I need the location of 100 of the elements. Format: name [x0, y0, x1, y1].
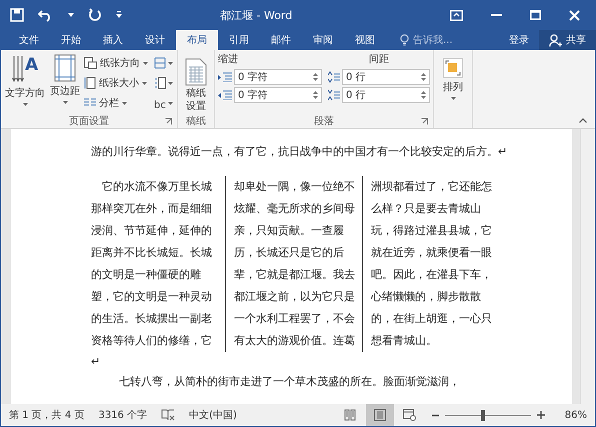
paragraph-text: 七转八弯，从简朴的街市走进了一个草木茂盛的所在。脸面渐觉滋润，	[118, 374, 460, 390]
columns-icon	[84, 98, 96, 108]
zoom-percentage[interactable]: 86%	[558, 410, 587, 420]
customize-icon[interactable]	[116, 11, 122, 19]
line-spacing-icon	[328, 89, 340, 101]
ribbon-tab[interactable]: 文件	[8, 30, 50, 50]
indent-label: 缩进	[218, 52, 239, 67]
proofing-book-icon[interactable]	[161, 409, 176, 421]
ribbon-tab[interactable]: 开始	[50, 30, 92, 50]
ribbon-tab[interactable]: 设计	[134, 30, 176, 50]
zoom-in-icon[interactable]	[536, 411, 545, 419]
save-icon[interactable]	[10, 8, 24, 22]
orientation-button[interactable]: 纸张方向	[84, 56, 148, 70]
column-text-line: 的生活。长城摆出一副老	[91, 311, 213, 327]
page-size-icon	[84, 77, 96, 89]
line-numbers-icon[interactable]	[154, 77, 174, 89]
vertical-scrollbar[interactable]	[580, 129, 595, 404]
caret-icon	[450, 97, 456, 100]
caret-icon	[62, 101, 68, 104]
view-button[interactable]	[366, 404, 394, 426]
caret-icon	[22, 103, 28, 106]
paragraph-text: 游的川行华章。说得近一点，有了它，抗日战争中的中国才有一个比较安定的后方。↵	[91, 144, 508, 160]
column-text-line: 就在近旁，就乘便看一眼	[371, 245, 491, 261]
spacing-spinner-field[interactable]: 0 行	[342, 69, 430, 85]
page-count[interactable]: 第 1 页，共 4 页	[9, 408, 84, 422]
column-text-line: 塑，它的文明是一种灵动	[91, 289, 213, 305]
lightbulb-icon	[400, 34, 409, 46]
dialog-launcher-icon[interactable]	[421, 118, 428, 125]
column-text-line: 心绪懒懒的，脚步散散	[371, 289, 482, 305]
print-layout-icon	[374, 409, 386, 421]
indent-icon	[218, 72, 232, 82]
columns-button[interactable]: 分栏	[84, 96, 148, 110]
column-text-line: 亲，只知贡献。一查履	[234, 223, 345, 239]
margins-button[interactable]: 页边距	[49, 52, 81, 114]
column-text-line: 洲坝都看过了，它还能怎	[371, 179, 491, 195]
language-indicator[interactable]: 中文(中国)	[189, 408, 237, 422]
grid-paper-icon	[185, 58, 207, 86]
column-text-line: 资格等待人们的修缮，它	[91, 333, 213, 349]
minimize-icon[interactable]	[491, 14, 502, 16]
ribbon-tab[interactable]: 审阅	[302, 30, 344, 50]
column-text-line: 的，在街上胡逛，一心只	[371, 311, 491, 327]
group-label: 段落	[314, 114, 334, 128]
column-text-line: 历，长城还只是它的后	[234, 245, 345, 261]
spacing-spinner-field[interactable]: 0 行	[342, 87, 430, 103]
spacing-label: 间距	[368, 53, 390, 67]
web-layout-icon	[403, 409, 416, 421]
column-text-line: 玩，得路过灌县县城，它	[371, 223, 491, 239]
column-text-line: 却卑处一隅，像一位绝不	[234, 179, 354, 195]
dropdown-icon[interactable]	[68, 13, 74, 17]
column-text-line: 的文明是一种僵硬的雕	[91, 267, 202, 283]
person-icon	[549, 34, 562, 46]
collapse-ribbon-icon[interactable]	[579, 118, 587, 123]
page-margins-icon	[54, 54, 76, 82]
close-icon[interactable]	[569, 10, 580, 20]
word-count[interactable]: 3316 个字	[98, 408, 148, 422]
tell-me-field[interactable]: 告诉我...	[396, 30, 457, 50]
caret-icon	[143, 62, 148, 64]
group-label: 稿纸	[186, 114, 206, 128]
line-spacing-icon	[328, 71, 340, 83]
spinner-arrows-icon[interactable]	[313, 90, 318, 100]
ribbon-tab[interactable]: 布局	[176, 30, 218, 50]
spinner-arrows-icon[interactable]	[421, 90, 426, 100]
indent-spinner-field[interactable]: 0 字符	[234, 69, 322, 85]
zoom-slider-thumb[interactable]	[481, 410, 486, 420]
column-text-line: 想看青城山。	[371, 333, 438, 349]
page-orientation-icon	[84, 57, 97, 69]
sign-in-link[interactable]: 登录	[499, 30, 539, 50]
ribbon-tab[interactable]: 视图	[344, 30, 386, 50]
text-direction-button[interactable]: A 文字方向	[4, 52, 46, 114]
column-text-line: 有太大的游观价值。连葛	[234, 333, 354, 349]
ribbon-tab[interactable]: 引用	[218, 30, 260, 50]
caret-icon	[142, 82, 147, 84]
redo-icon[interactable]	[88, 8, 102, 22]
column-text-line: 距离并不比长城短。长城	[91, 245, 213, 261]
indent-spinner-field[interactable]: 0 字符	[234, 87, 322, 103]
spinner-arrows-icon[interactable]	[421, 72, 426, 82]
spinner-arrows-icon[interactable]	[313, 72, 318, 82]
ribbon-tab[interactable]: 邮件	[260, 30, 302, 50]
column-text-line: 吧。因此，在灌县下车，	[371, 267, 491, 283]
size-button[interactable]: 纸张大小	[84, 76, 148, 90]
manuscript-settings-button[interactable]: 稿纸设置	[181, 52, 211, 114]
column-text-line: 辈，它就是都江堰。我去	[234, 267, 354, 283]
column-text-line: 浸润、节节延伸，延伸的	[91, 223, 213, 239]
ribbon-tab[interactable]: 插入	[92, 30, 134, 50]
maximize-icon[interactable]	[530, 10, 541, 20]
paragraph-mark: ↵	[91, 354, 100, 370]
column-text-line: 都江堰之前，以为它只是	[234, 289, 354, 305]
column-text-line: 它的水流不像万里长城	[101, 179, 213, 195]
share-button[interactable]: 共享	[539, 30, 596, 50]
caret-icon	[122, 102, 127, 104]
ribbon-display-icon[interactable]	[450, 10, 463, 20]
group-label: 页面设置	[69, 114, 109, 128]
read-mode-icon	[344, 409, 356, 421]
arrange-button[interactable]: 排列	[437, 52, 469, 128]
arrange-icon	[443, 58, 463, 78]
column-text-line: 那样突兀在外，而是细细	[91, 201, 213, 217]
column-text-line: 炫耀、毫无所求的乡间母	[234, 201, 354, 217]
breaks-icon[interactable]	[154, 57, 174, 69]
dialog-launcher-icon[interactable]	[165, 118, 172, 125]
column-text-line: 一个水利工程罢了，不会	[234, 311, 354, 327]
